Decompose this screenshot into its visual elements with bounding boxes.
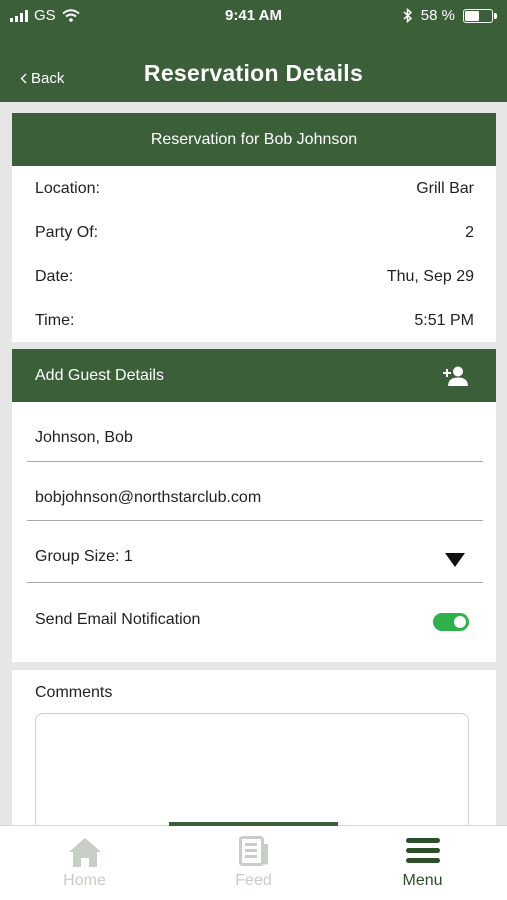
reservation-card: Reservation for Bob Johnson Location: Gr…: [12, 113, 496, 342]
status-right: 58 %: [403, 7, 497, 24]
time-value: 5:51 PM: [414, 312, 474, 329]
tab-feed[interactable]: Feed: [169, 826, 338, 900]
group-size-value: Group Size: 1: [35, 548, 133, 565]
guest-name-field[interactable]: Johnson, Bob: [27, 402, 483, 462]
comments-label: Comments: [35, 684, 113, 701]
page-title: Reservation Details: [143, 60, 364, 86]
party-row: Party Of: 2: [12, 210, 496, 254]
tab-menu-label: Menu: [402, 872, 443, 889]
guest-details-header: Add Guest Details: [12, 349, 496, 402]
group-size-select[interactable]: Group Size: 1: [27, 521, 483, 583]
tab-home-label: Home: [63, 872, 106, 889]
add-person-icon: [443, 366, 468, 386]
battery-icon: [463, 8, 497, 23]
tab-home[interactable]: Home: [0, 826, 169, 900]
toggle-knob: [454, 616, 466, 628]
date-label: Date:: [35, 268, 74, 285]
party-label: Party Of:: [35, 224, 99, 241]
status-bar: GS 9:41 AM 58 %: [0, 0, 507, 32]
comments-card: Comments: [12, 670, 496, 843]
tab-feed-label: Feed: [235, 872, 272, 889]
tab-bar: Home Feed Menu: [0, 822, 507, 900]
bluetooth-icon: [403, 8, 412, 23]
menu-icon: [405, 838, 440, 863]
location-label: Location:: [35, 180, 100, 197]
party-value: 2: [465, 224, 474, 241]
caret-down-icon: [445, 553, 465, 567]
battery-level: [465, 10, 479, 21]
home-icon: [68, 838, 101, 867]
date-row: Date: Thu, Sep 29: [12, 254, 496, 298]
time-label: Time:: [35, 312, 75, 329]
add-guest-button[interactable]: [442, 364, 470, 388]
nav-bar: Back Reservation Details: [0, 32, 507, 102]
email-notification-toggle[interactable]: [433, 613, 469, 631]
guest-email-field[interactable]: bobjohnson@northstarclub.com: [27, 462, 483, 521]
reservation-header: Reservation for Bob Johnson: [12, 113, 496, 166]
guest-details-title: Add Guest Details: [35, 366, 164, 384]
tab-menu[interactable]: Menu: [338, 826, 507, 900]
guest-details-card: Add Guest Details Johnson, Bob bobjohnso…: [12, 349, 496, 662]
feed-icon: [238, 836, 268, 866]
email-notification-label: Send Email Notification: [35, 611, 201, 628]
location-row: Location: Grill Bar: [12, 166, 496, 210]
guest-name-value: Johnson, Bob: [35, 429, 133, 446]
location-value: Grill Bar: [416, 180, 474, 197]
guest-email-value: bobjohnson@northstarclub.com: [35, 489, 262, 506]
time-row: Time: 5:51 PM: [12, 298, 496, 342]
battery-percent: 58 %: [420, 7, 455, 24]
reservation-title: Reservation for Bob Johnson: [150, 130, 358, 148]
date-value: Thu, Sep 29: [386, 268, 474, 285]
